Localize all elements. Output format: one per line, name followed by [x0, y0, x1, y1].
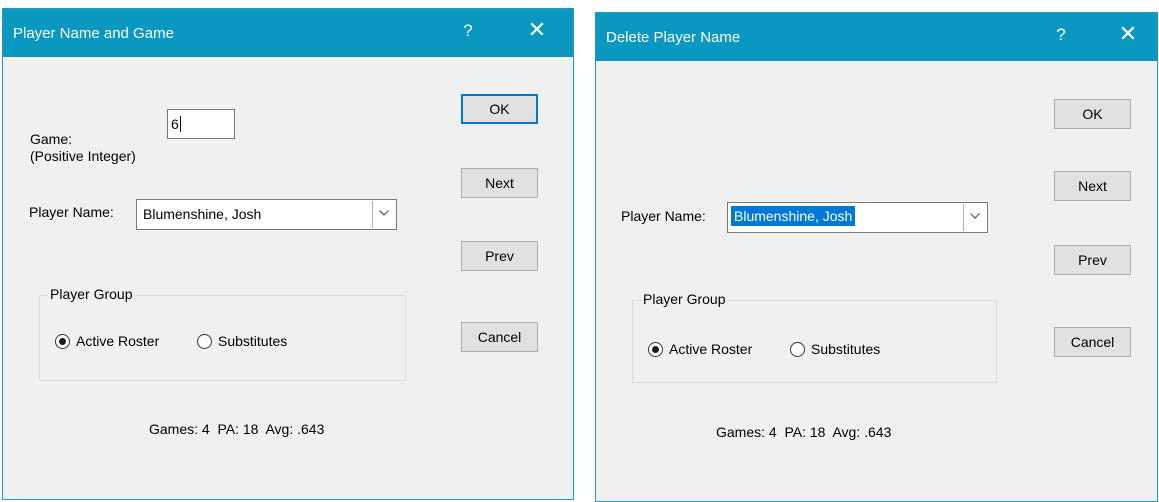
game-label: Game: (Positive Integer)	[30, 131, 136, 164]
chevron-down-icon	[970, 213, 980, 219]
substitutes-radio[interactable]: Substitutes	[790, 341, 880, 357]
player-name-value: Blumenshine, Josh	[143, 206, 262, 222]
active-roster-label: Active Roster	[76, 333, 160, 349]
close-icon[interactable]: ✕	[524, 17, 550, 43]
player-name-value: Blumenshine, Josh	[731, 206, 856, 226]
prev-button[interactable]: Prev	[1054, 245, 1131, 275]
player-stats: Games: 4 PA: 18 Avg: .643	[716, 424, 892, 440]
player-name-label: Player Name:	[621, 208, 706, 224]
player-stats: Games: 4 PA: 18 Avg: .643	[149, 421, 325, 437]
prev-button[interactable]: Prev	[461, 241, 538, 271]
player-group: Player Group Active Roster Substitutes	[632, 291, 997, 383]
active-roster-radio[interactable]: Active Roster	[648, 341, 752, 357]
ok-button[interactable]: OK	[1054, 99, 1131, 129]
substitutes-radio[interactable]: Substitutes	[197, 333, 287, 349]
dialog-title: Delete Player Name	[606, 29, 741, 46]
radio-selected-icon	[648, 341, 663, 357]
player-name-combobox[interactable]: Blumenshine, Josh	[727, 202, 988, 233]
close-icon[interactable]: ✕	[1115, 21, 1141, 47]
player-name-and-game-dialog: Player Name and Game ? ✕ Game: (Positive…	[2, 8, 574, 500]
player-group-title: Player Group	[48, 286, 135, 302]
player-name-combobox[interactable]: Blumenshine, Josh	[136, 199, 397, 230]
dialog-title: Player Name and Game	[13, 25, 174, 42]
chevron-down-icon	[379, 210, 389, 216]
game-input-value: 6	[171, 116, 179, 132]
dropdown-button[interactable]	[963, 204, 986, 231]
delete-player-name-dialog: Delete Player Name ? ✕ Player Name: Blum…	[595, 12, 1158, 502]
next-button[interactable]: Next	[1054, 171, 1131, 201]
cancel-button[interactable]: Cancel	[1054, 327, 1131, 357]
help-icon[interactable]: ?	[1051, 25, 1071, 45]
game-input[interactable]: 6	[167, 109, 235, 139]
substitutes-label: Substitutes	[218, 333, 288, 349]
substitutes-label: Substitutes	[811, 341, 881, 357]
help-icon[interactable]: ?	[458, 21, 478, 41]
radio-selected-icon	[55, 333, 70, 349]
next-button[interactable]: Next	[461, 168, 538, 198]
player-group-title: Player Group	[641, 291, 728, 307]
active-roster-radio[interactable]: Active Roster	[55, 333, 159, 349]
active-roster-label: Active Roster	[669, 341, 753, 357]
cancel-button[interactable]: Cancel	[461, 322, 538, 352]
player-name-label: Player Name:	[29, 204, 114, 220]
title-bar: Player Name and Game ? ✕	[3, 9, 573, 57]
radio-unselected-icon	[197, 333, 212, 349]
player-group: Player Group Active Roster Substitutes	[39, 286, 406, 381]
ok-button[interactable]: OK	[461, 94, 538, 124]
title-bar: Delete Player Name ? ✕	[596, 13, 1157, 61]
radio-unselected-icon	[790, 341, 805, 357]
text-cursor	[179, 116, 181, 132]
dropdown-button[interactable]	[372, 201, 395, 228]
